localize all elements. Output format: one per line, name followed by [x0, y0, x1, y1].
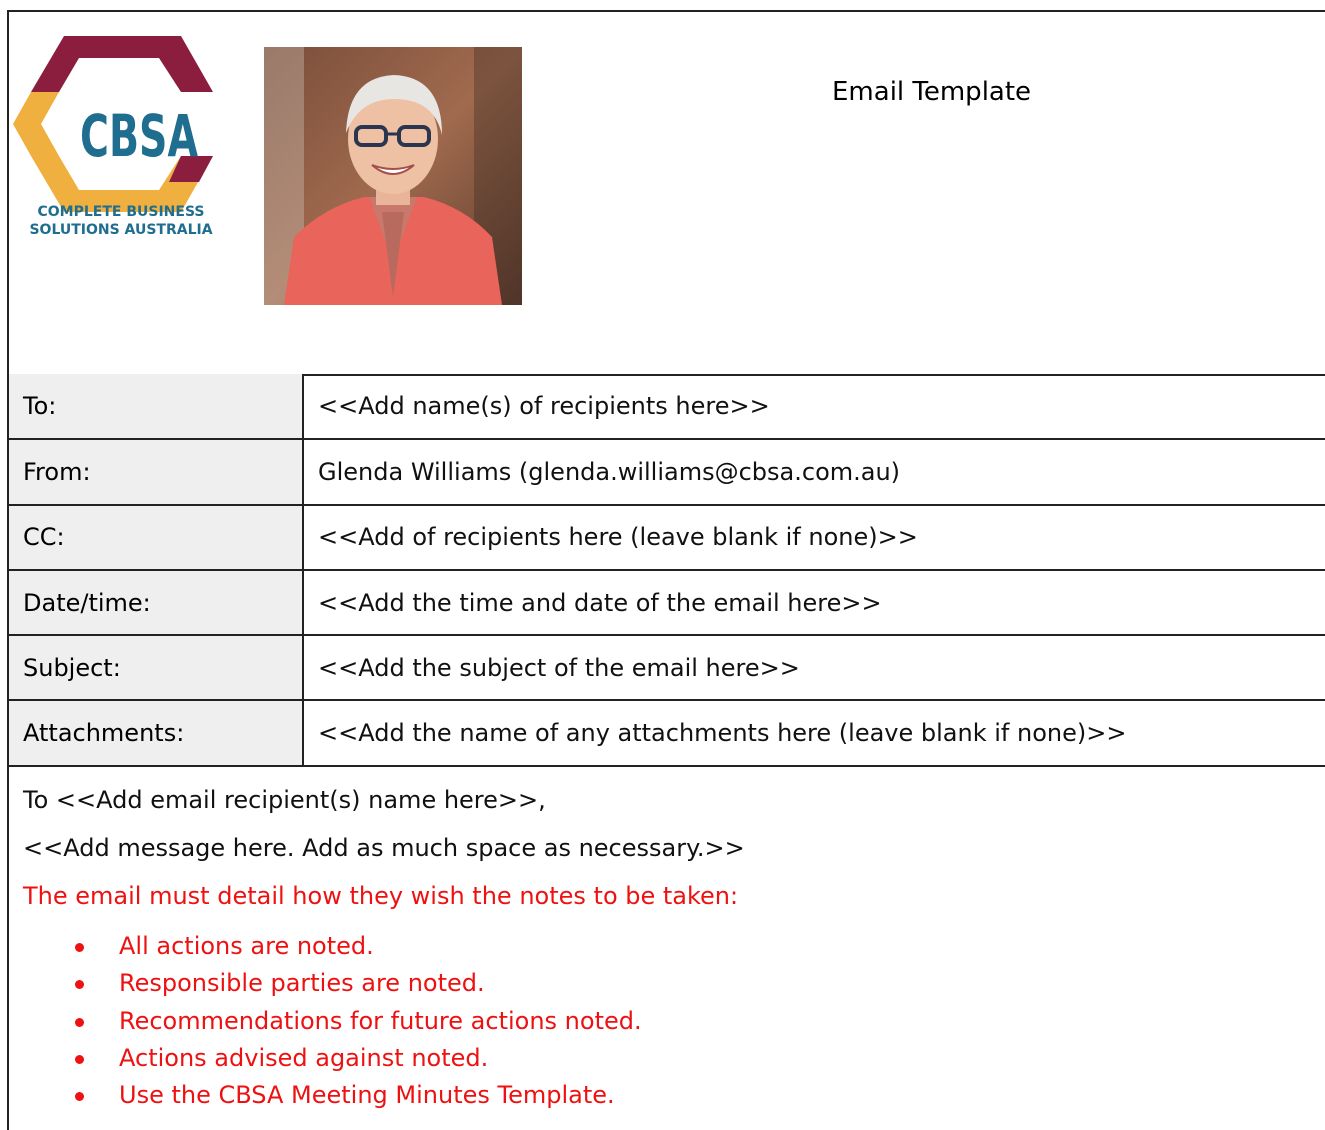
table-row: From: Glenda Williams (glenda.williams@c…	[9, 439, 1325, 506]
field-label-to: To:	[9, 374, 304, 441]
list-item-text: Actions advised against noted.	[119, 1043, 489, 1072]
profile-photo	[264, 47, 522, 305]
field-value-date-time[interactable]: <<Add the time and date of the email her…	[303, 569, 1325, 637]
field-value-cc[interactable]: <<Add of recipients here (leave blank if…	[303, 504, 1325, 571]
cbsa-logo: CBSA COMPLETE BUSINESS SOLUTIONS AUSTRAL…	[13, 36, 213, 238]
page-title: Email Template	[832, 77, 1032, 107]
bullet-icon	[75, 943, 84, 952]
field-value-to[interactable]: <<Add name(s) of recipients here>>	[303, 374, 1325, 441]
table-row: Date/time: <<Add the time and date of th…	[9, 569, 1325, 637]
instruction-list: All actions are noted. Responsible parti…	[23, 930, 642, 1116]
message-greeting[interactable]: To <<Add email recipient(s) name here>>,	[23, 786, 745, 834]
table-row: Attachments: <<Add the name of any attac…	[9, 700, 1325, 767]
list-item-text: Recommendations for future actions noted…	[119, 1006, 642, 1035]
message-text[interactable]: <<Add message here. Add as much space as…	[23, 834, 745, 882]
field-value-from[interactable]: Glenda Williams (glenda.williams@cbsa.co…	[303, 439, 1325, 506]
table-row: To: <<Add name(s) of recipients here>>	[9, 374, 1325, 441]
bullet-icon	[75, 1092, 84, 1102]
list-item: Responsible parties are noted.	[23, 967, 642, 1004]
table-row: CC: <<Add of recipients here (leave blan…	[9, 504, 1325, 571]
message-body: To <<Add email recipient(s) name here>>,…	[23, 786, 745, 1109]
list-item-text: Responsible parties are noted.	[119, 969, 485, 998]
list-item: All actions are noted.	[23, 930, 642, 967]
field-label-attachments: Attachments:	[9, 700, 304, 767]
bullet-icon	[75, 980, 84, 990]
list-item-text: All actions are noted.	[119, 932, 374, 960]
list-item: Actions advised against noted.	[23, 1042, 642, 1079]
bullet-icon	[75, 1017, 84, 1027]
logo-maroon-top-icon	[31, 36, 213, 92]
bullet-icon	[75, 1054, 84, 1064]
logo-tagline-line2: SOLUTIONS AUSTRALIA	[29, 222, 212, 238]
table-row: Subject: <<Add the subject of the email …	[9, 635, 1325, 702]
field-label-subject: Subject:	[9, 635, 304, 702]
instruction-text: The email must detail how they wish the …	[23, 882, 739, 910]
list-item: Recommendations for future actions noted…	[23, 1005, 642, 1042]
email-template-document: CBSA COMPLETE BUSINESS SOLUTIONS AUSTRAL…	[7, 10, 1325, 1130]
logo-tagline-line1: COMPLETE BUSINESS	[38, 204, 205, 220]
field-label-cc: CC:	[9, 504, 304, 571]
document-header: CBSA COMPLETE BUSINESS SOLUTIONS AUSTRAL…	[9, 12, 1325, 376]
field-value-attachments[interactable]: <<Add the name of any attachments here (…	[303, 700, 1325, 767]
email-fields-table: To: <<Add name(s) of recipients here>> F…	[9, 374, 1325, 767]
field-value-subject[interactable]: <<Add the subject of the email here>>	[303, 635, 1325, 702]
field-label-date-time: Date/time:	[9, 569, 304, 637]
field-label-from: From:	[9, 439, 304, 506]
logo-wordmark: CBSA	[80, 102, 198, 170]
list-item-text: Use the CBSA Meeting Minutes Template.	[119, 1081, 615, 1110]
list-item: Use the CBSA Meeting Minutes Template.	[23, 1079, 642, 1116]
logo-gold-left-icon	[13, 92, 59, 156]
